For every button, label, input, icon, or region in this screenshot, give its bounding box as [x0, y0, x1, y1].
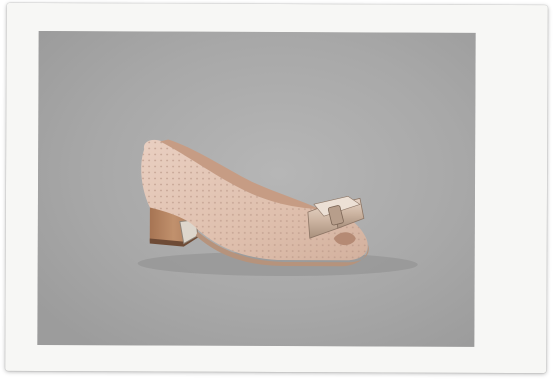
photo-frame [5, 2, 548, 374]
product-photo [37, 30, 476, 347]
shoe-illustration [37, 30, 476, 347]
